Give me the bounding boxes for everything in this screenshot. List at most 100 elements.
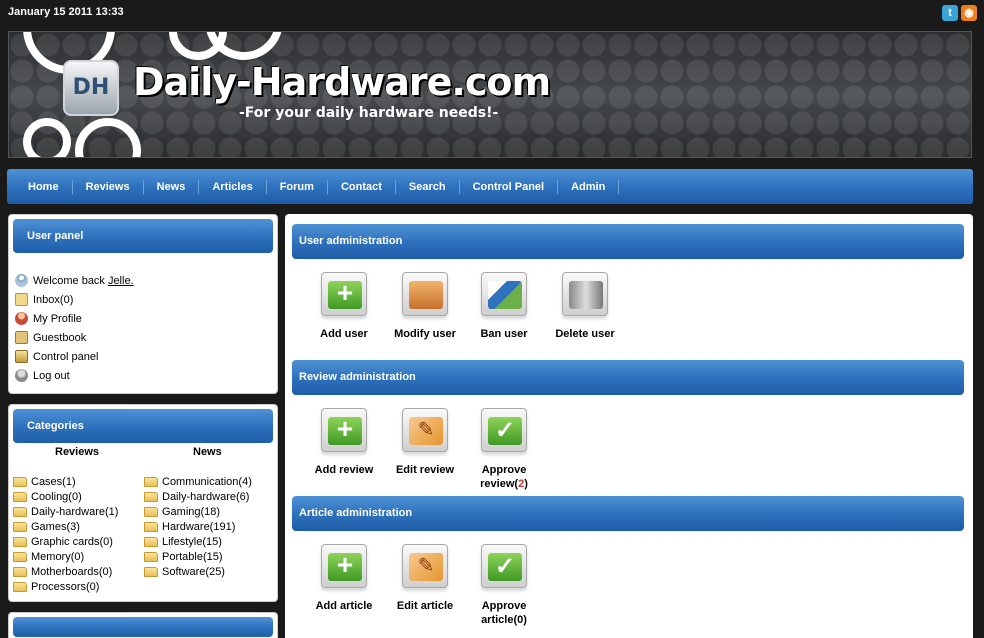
user-menu: Welcome back Jelle. Inbox(0) My Profile … bbox=[15, 271, 134, 385]
control-panel-link[interactable]: Control panel bbox=[33, 351, 98, 363]
category-link[interactable]: Memory(0) bbox=[31, 551, 84, 563]
category-item[interactable]: Hardware(191) bbox=[144, 519, 252, 534]
logout-item[interactable]: Log out bbox=[15, 366, 134, 385]
ban-user-button[interactable]: Ban user bbox=[464, 272, 544, 341]
approve-review-close: ) bbox=[524, 478, 528, 490]
users-icon bbox=[402, 272, 448, 316]
user-admin-title: User administration bbox=[292, 224, 964, 259]
site-logo[interactable]: DH bbox=[63, 60, 119, 116]
nav-reviews[interactable]: Reviews bbox=[73, 179, 144, 194]
site-banner: DH Daily-Hardware.com -For your daily ha… bbox=[8, 31, 972, 158]
folder-icon bbox=[144, 506, 158, 517]
site-title[interactable]: Daily-Hardware.com bbox=[133, 60, 551, 104]
category-item[interactable]: Communication(4) bbox=[144, 474, 252, 489]
nav-admin[interactable]: Admin bbox=[558, 179, 620, 194]
category-item[interactable]: Cooling(0) bbox=[13, 489, 118, 504]
nav-contact[interactable]: Contact bbox=[328, 179, 396, 194]
category-item[interactable]: Memory(0) bbox=[13, 549, 118, 564]
guestbook-link[interactable]: Guestbook bbox=[33, 332, 86, 344]
mail-icon bbox=[15, 293, 28, 306]
category-link[interactable]: Gaming(18) bbox=[162, 506, 220, 518]
add-review-button[interactable]: Add review bbox=[304, 408, 384, 477]
folder-icon bbox=[13, 506, 27, 517]
edit-review-button[interactable]: Edit review bbox=[385, 408, 465, 477]
welcome-item: Welcome back Jelle. bbox=[15, 271, 134, 290]
inbox-link[interactable]: Inbox(0) bbox=[33, 294, 73, 306]
category-link[interactable]: Cooling(0) bbox=[31, 491, 82, 503]
ban-user-label: Ban user bbox=[480, 328, 528, 340]
add-article-icon bbox=[321, 544, 367, 588]
site-tagline: -For your daily hardware needs!- bbox=[239, 105, 499, 121]
reviews-heading: Reviews bbox=[55, 446, 100, 458]
modify-user-label: Modify user bbox=[394, 328, 456, 340]
category-item[interactable]: Lifestyle(15) bbox=[144, 534, 252, 549]
add-user-icon bbox=[321, 272, 367, 316]
edit-article-label: Edit article bbox=[396, 600, 454, 612]
rss-icon[interactable]: ◉ bbox=[961, 5, 977, 21]
control-panel-icon bbox=[15, 350, 28, 363]
nav-search[interactable]: Search bbox=[396, 179, 460, 194]
logout-icon bbox=[15, 369, 28, 382]
category-item[interactable]: Daily-hardware(6) bbox=[144, 489, 252, 504]
approve-review-label: Approve review(2) bbox=[464, 463, 544, 491]
category-link[interactable]: Portable(15) bbox=[162, 551, 223, 563]
username-link[interactable]: Jelle. bbox=[108, 275, 134, 287]
category-link[interactable]: Daily-hardware(1) bbox=[31, 506, 118, 518]
nav-control-panel[interactable]: Control Panel bbox=[460, 179, 559, 194]
banner-ring-decoration bbox=[23, 118, 71, 157]
approve-article-label: Approve article(0) bbox=[481, 600, 527, 626]
category-link[interactable]: Motherboards(0) bbox=[31, 566, 112, 578]
category-item[interactable]: Processors(0) bbox=[13, 579, 118, 594]
folder-icon bbox=[13, 536, 27, 547]
category-link[interactable]: Games(3) bbox=[31, 521, 80, 533]
approve-article-button[interactable]: Approve article(0) bbox=[464, 544, 544, 627]
add-review-icon bbox=[321, 408, 367, 452]
approve-icon bbox=[481, 544, 527, 588]
category-link[interactable]: Daily-hardware(6) bbox=[162, 491, 249, 503]
category-item[interactable]: Software(25) bbox=[144, 564, 252, 579]
category-item[interactable]: Portable(15) bbox=[144, 549, 252, 564]
add-article-button[interactable]: Add article bbox=[304, 544, 384, 613]
profile-icon bbox=[15, 312, 28, 325]
category-link[interactable]: Lifestyle(15) bbox=[162, 536, 222, 548]
delete-user-button[interactable]: Delete user bbox=[545, 272, 625, 341]
profile-item[interactable]: My Profile bbox=[15, 309, 134, 328]
nav-forum[interactable]: Forum bbox=[267, 179, 328, 194]
logout-link[interactable]: Log out bbox=[33, 370, 70, 382]
user-panel: User panel Welcome back Jelle. Inbox(0) … bbox=[8, 214, 278, 394]
modify-user-button[interactable]: Modify user bbox=[385, 272, 465, 341]
category-link[interactable]: Cases(1) bbox=[31, 476, 76, 488]
nav-news[interactable]: News bbox=[144, 179, 200, 194]
category-item[interactable]: Motherboards(0) bbox=[13, 564, 118, 579]
folder-icon bbox=[13, 521, 27, 532]
approve-icon bbox=[481, 408, 527, 452]
profile-link[interactable]: My Profile bbox=[33, 313, 82, 325]
approve-review-button[interactable]: Approve review(2) bbox=[464, 408, 544, 491]
edit-article-button[interactable]: Edit article bbox=[385, 544, 465, 613]
delete-user-label: Delete user bbox=[555, 328, 615, 340]
nav-articles[interactable]: Articles bbox=[199, 179, 267, 194]
add-user-label: Add user bbox=[320, 328, 368, 340]
inbox-item[interactable]: Inbox(0) bbox=[15, 290, 134, 309]
folder-icon bbox=[144, 476, 158, 487]
category-item[interactable]: Games(3) bbox=[13, 519, 118, 534]
category-link[interactable]: Processors(0) bbox=[31, 581, 99, 593]
twitter-icon[interactable]: t bbox=[942, 5, 958, 21]
folder-icon bbox=[144, 521, 158, 532]
category-item[interactable]: Daily-hardware(1) bbox=[13, 504, 118, 519]
category-item[interactable]: Graphic cards(0) bbox=[13, 534, 118, 549]
guestbook-icon bbox=[15, 331, 28, 344]
nav-home[interactable]: Home bbox=[15, 179, 73, 194]
category-item[interactable]: Cases(1) bbox=[13, 474, 118, 489]
add-user-button[interactable]: Add user bbox=[304, 272, 384, 341]
category-link[interactable]: Hardware(191) bbox=[162, 521, 235, 533]
category-link[interactable]: Software(25) bbox=[162, 566, 225, 578]
category-link[interactable]: Communication(4) bbox=[162, 476, 252, 488]
edit-review-label: Edit review bbox=[395, 464, 455, 476]
folder-icon bbox=[144, 566, 158, 577]
category-link[interactable]: Graphic cards(0) bbox=[31, 536, 113, 548]
control-panel-item[interactable]: Control panel bbox=[15, 347, 134, 366]
guestbook-item[interactable]: Guestbook bbox=[15, 328, 134, 347]
category-item[interactable]: Gaming(18) bbox=[144, 504, 252, 519]
folder-icon bbox=[13, 476, 27, 487]
